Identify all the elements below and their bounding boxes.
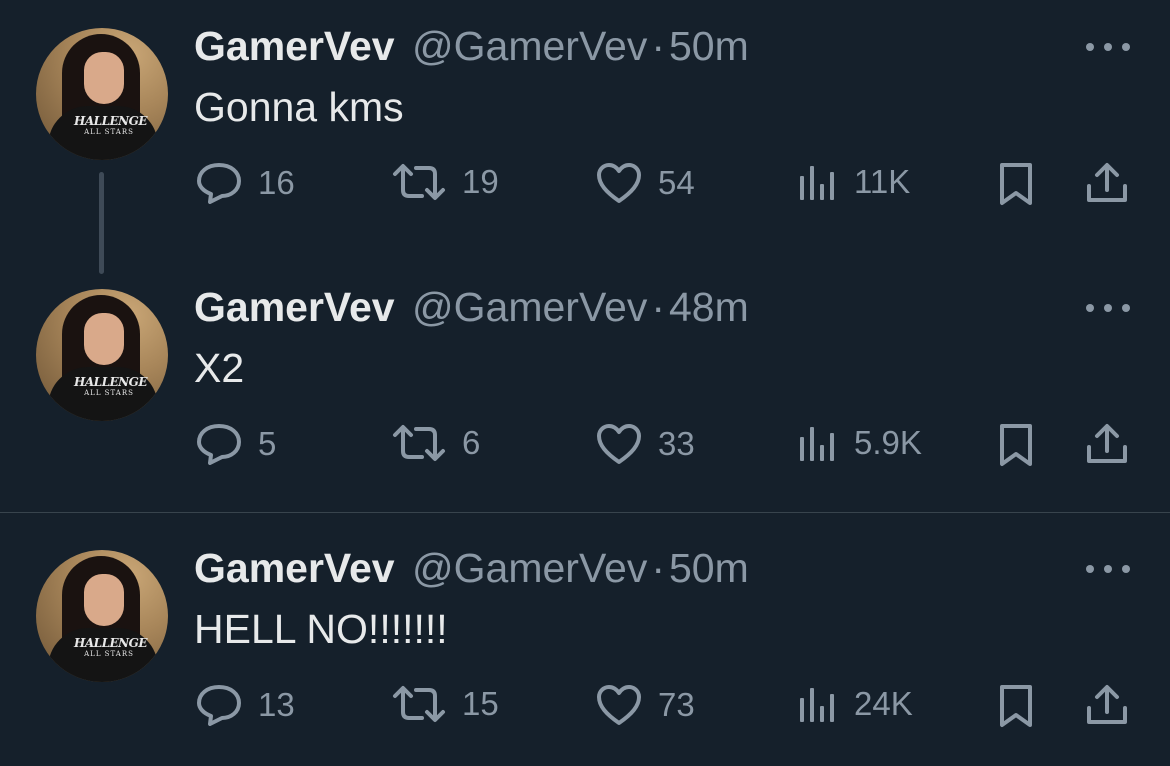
share-icon bbox=[1087, 424, 1127, 463]
more-icon[interactable] bbox=[1086, 562, 1130, 574]
repost-button[interactable]: 19 bbox=[392, 162, 499, 202]
views-icon bbox=[800, 166, 834, 200]
separator-dot: · bbox=[651, 284, 665, 330]
bookmark-icon bbox=[1000, 163, 1032, 205]
display-name[interactable]: GamerVev bbox=[194, 545, 395, 591]
avatar-face bbox=[84, 313, 124, 365]
views-button[interactable]: 11K bbox=[798, 162, 910, 202]
like-button[interactable]: 73 bbox=[596, 684, 695, 726]
like-count: 33 bbox=[658, 425, 695, 462]
avatar-shirt-text: HALLENGE ALL STARS bbox=[74, 636, 148, 658]
tweet-header: GamerVev @GamerVev·48m bbox=[194, 283, 749, 331]
tweet-text: HELL NO!!!!!!! bbox=[194, 606, 448, 652]
view-count: 24K bbox=[854, 685, 913, 722]
tweet-actions: 5 6 33 5.9K bbox=[0, 423, 1170, 473]
share-button[interactable] bbox=[1086, 162, 1128, 204]
tweet-header: GamerVev @GamerVev·50m bbox=[194, 544, 749, 592]
bookmark-button[interactable] bbox=[998, 162, 1034, 206]
user-handle[interactable]: @GamerVev bbox=[412, 284, 647, 330]
reply-button[interactable]: 16 bbox=[196, 162, 295, 204]
display-name[interactable]: GamerVev bbox=[194, 284, 395, 330]
views-button[interactable]: 5.9K bbox=[798, 423, 922, 463]
bookmark-button[interactable] bbox=[998, 423, 1034, 467]
tweet-text: Gonna kms bbox=[194, 84, 404, 130]
avatar-shirt-text: HALLENGE ALL STARS bbox=[74, 114, 148, 136]
avatar-shirt-text: HALLENGE ALL STARS bbox=[74, 375, 148, 397]
view-count: 11K bbox=[854, 163, 911, 200]
user-handle[interactable]: @GamerVev bbox=[412, 23, 647, 69]
bookmark-icon bbox=[1000, 685, 1032, 727]
like-icon bbox=[597, 163, 641, 203]
more-icon[interactable] bbox=[1086, 301, 1130, 313]
tweet-header: GamerVev @GamerVev·50m bbox=[194, 22, 749, 70]
reply-count: 13 bbox=[258, 686, 295, 723]
separator-dot: · bbox=[651, 545, 665, 591]
bookmark-button[interactable] bbox=[998, 684, 1034, 728]
tweet-text: X2 bbox=[194, 345, 245, 391]
views-icon bbox=[800, 427, 834, 461]
share-button[interactable] bbox=[1086, 684, 1128, 726]
reply-icon bbox=[197, 424, 241, 465]
avatar[interactable]: HALLENGE ALL STARS bbox=[36, 289, 168, 421]
bookmark-icon bbox=[1000, 424, 1032, 466]
tweet-actions: 16 19 54 11K bbox=[0, 162, 1170, 212]
like-count: 54 bbox=[658, 164, 695, 201]
repost-button[interactable]: 15 bbox=[392, 684, 499, 724]
tweet-timestamp[interactable]: 50m bbox=[669, 545, 749, 591]
repost-icon bbox=[393, 164, 445, 200]
tweet-timestamp[interactable]: 50m bbox=[669, 23, 749, 69]
like-button[interactable]: 33 bbox=[596, 423, 695, 465]
view-count: 5.9K bbox=[854, 424, 922, 461]
like-icon bbox=[597, 685, 641, 725]
share-icon bbox=[1087, 163, 1127, 202]
tweet-divider bbox=[0, 512, 1170, 513]
repost-button[interactable]: 6 bbox=[392, 423, 480, 463]
reply-button[interactable]: 5 bbox=[196, 423, 276, 465]
reply-button[interactable]: 13 bbox=[196, 684, 295, 726]
tweet-timestamp[interactable]: 48m bbox=[669, 284, 749, 330]
like-icon bbox=[597, 424, 641, 464]
repost-count: 15 bbox=[462, 685, 499, 722]
reply-icon bbox=[197, 685, 241, 726]
repost-icon bbox=[393, 686, 445, 722]
user-handle[interactable]: @GamerVev bbox=[412, 545, 647, 591]
repost-count: 6 bbox=[462, 424, 481, 461]
avatar-face bbox=[84, 52, 124, 104]
share-icon bbox=[1087, 685, 1127, 724]
separator-dot: · bbox=[651, 23, 665, 69]
avatar-face bbox=[84, 574, 124, 626]
repost-count: 19 bbox=[462, 163, 499, 200]
like-count: 73 bbox=[658, 686, 695, 723]
share-button[interactable] bbox=[1086, 423, 1128, 465]
thread-line bbox=[99, 172, 104, 274]
avatar[interactable]: HALLENGE ALL STARS bbox=[36, 28, 168, 160]
like-button[interactable]: 54 bbox=[596, 162, 695, 204]
views-button[interactable]: 24K bbox=[798, 684, 913, 724]
avatar[interactable]: HALLENGE ALL STARS bbox=[36, 550, 168, 682]
display-name[interactable]: GamerVev bbox=[194, 23, 395, 69]
tweet-actions: 13 15 73 24K bbox=[0, 684, 1170, 734]
reply-icon bbox=[197, 163, 241, 204]
reply-count: 16 bbox=[258, 164, 295, 201]
more-icon[interactable] bbox=[1086, 40, 1130, 52]
reply-count: 5 bbox=[258, 425, 277, 462]
repost-icon bbox=[393, 425, 445, 461]
views-icon bbox=[800, 688, 834, 722]
